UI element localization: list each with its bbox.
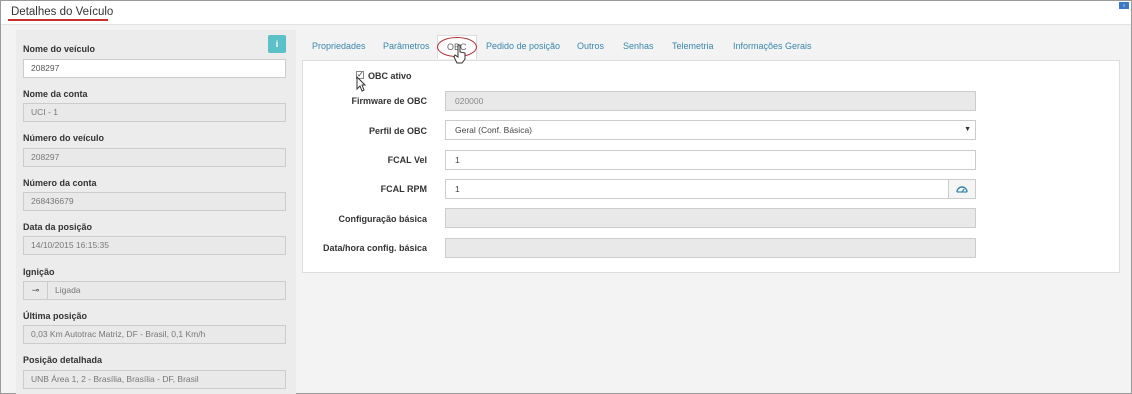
chevron-down-icon: ▼ (964, 126, 971, 133)
obc-active-label: OBC ativo (368, 71, 412, 81)
hand-cursor-icon (453, 44, 466, 64)
info-button[interactable]: i (268, 35, 286, 53)
account-number-field: 268436679 (23, 192, 286, 211)
key-icon: ⊸ (24, 282, 48, 299)
vehicle-summary-panel: i Nome do veículo 208297 Nome da conta U… (16, 30, 296, 394)
last-position-field: 0,03 Km Autotrac Matriz, DF - Brasil, 0,… (23, 325, 286, 344)
fcal-vel-input[interactable]: 1 (445, 150, 976, 170)
title-highlight-underline (8, 19, 108, 21)
obc-profile-select[interactable]: Geral (Conf. Básica) ▼ (445, 120, 976, 140)
last-position-label: Última posição (23, 311, 88, 321)
tab-senhas[interactable]: Senhas (623, 41, 654, 51)
page-title: Detalhes do Veículo (11, 6, 114, 18)
speedometer-icon (956, 186, 968, 193)
ignition-label: Ignição (23, 267, 55, 277)
vehicle-name-input[interactable]: 208297 (23, 59, 286, 78)
position-date-label: Data da posição (23, 222, 93, 232)
ignition-field: ⊸ Ligada (23, 281, 286, 300)
position-date-field: 14/10/2015 16:15:35 (23, 236, 286, 255)
obc-profile-value: Geral (Conf. Básica) (455, 125, 532, 135)
tab-informacoes-gerais[interactable]: Informações Gerais (733, 41, 812, 51)
ignition-value: Ligada (55, 285, 81, 295)
account-name-label: Nome da conta (23, 89, 88, 99)
basic-config-datetime-label: Data/hora config. básica (322, 243, 427, 253)
vehicle-number-label: Número do veículo (23, 133, 105, 143)
basic-config-datetime-field (445, 238, 976, 258)
account-number-label: Número da conta (23, 178, 97, 188)
fcal-vel-label: FCAL Vel (387, 155, 427, 165)
fcal-rpm-input[interactable]: 1 (445, 179, 949, 199)
detailed-position-field: UNB Área 1, 2 - Brasília, Brasília - DF,… (23, 370, 286, 389)
detailed-position-label: Posição detalhada (23, 355, 103, 365)
corner-badge-icon[interactable]: ≡ (1119, 2, 1129, 9)
fcal-rpm-label: FCAL RPM (380, 184, 427, 194)
tab-bar: Propriedades Parâmetros OBC Pedido de po… (302, 34, 1120, 60)
tab-parametros[interactable]: Parâmetros (383, 41, 430, 51)
title-bar: Detalhes do Veículo ≡ (1, 1, 1131, 25)
speedometer-button[interactable] (948, 179, 976, 199)
vehicle-name-label: Nome do veículo (23, 44, 96, 54)
firmware-label: Firmware de OBC (351, 96, 427, 106)
tab-pedido-de-posicao[interactable]: Pedido de posição (486, 41, 560, 51)
pointer-cursor-icon (356, 76, 366, 92)
tab-outros[interactable]: Outros (577, 41, 604, 51)
vehicle-number-field: 208297 (23, 148, 286, 167)
basic-config-field (445, 208, 976, 228)
obc-profile-label: Perfil de OBC (368, 126, 427, 136)
tab-propriedades[interactable]: Propriedades (312, 41, 366, 51)
account-name-field: UCI - 1 (23, 103, 286, 122)
tab-telemetria[interactable]: Telemetria (672, 41, 714, 51)
basic-config-label: Configuração básica (338, 214, 427, 224)
firmware-field: 020000 (445, 91, 976, 111)
